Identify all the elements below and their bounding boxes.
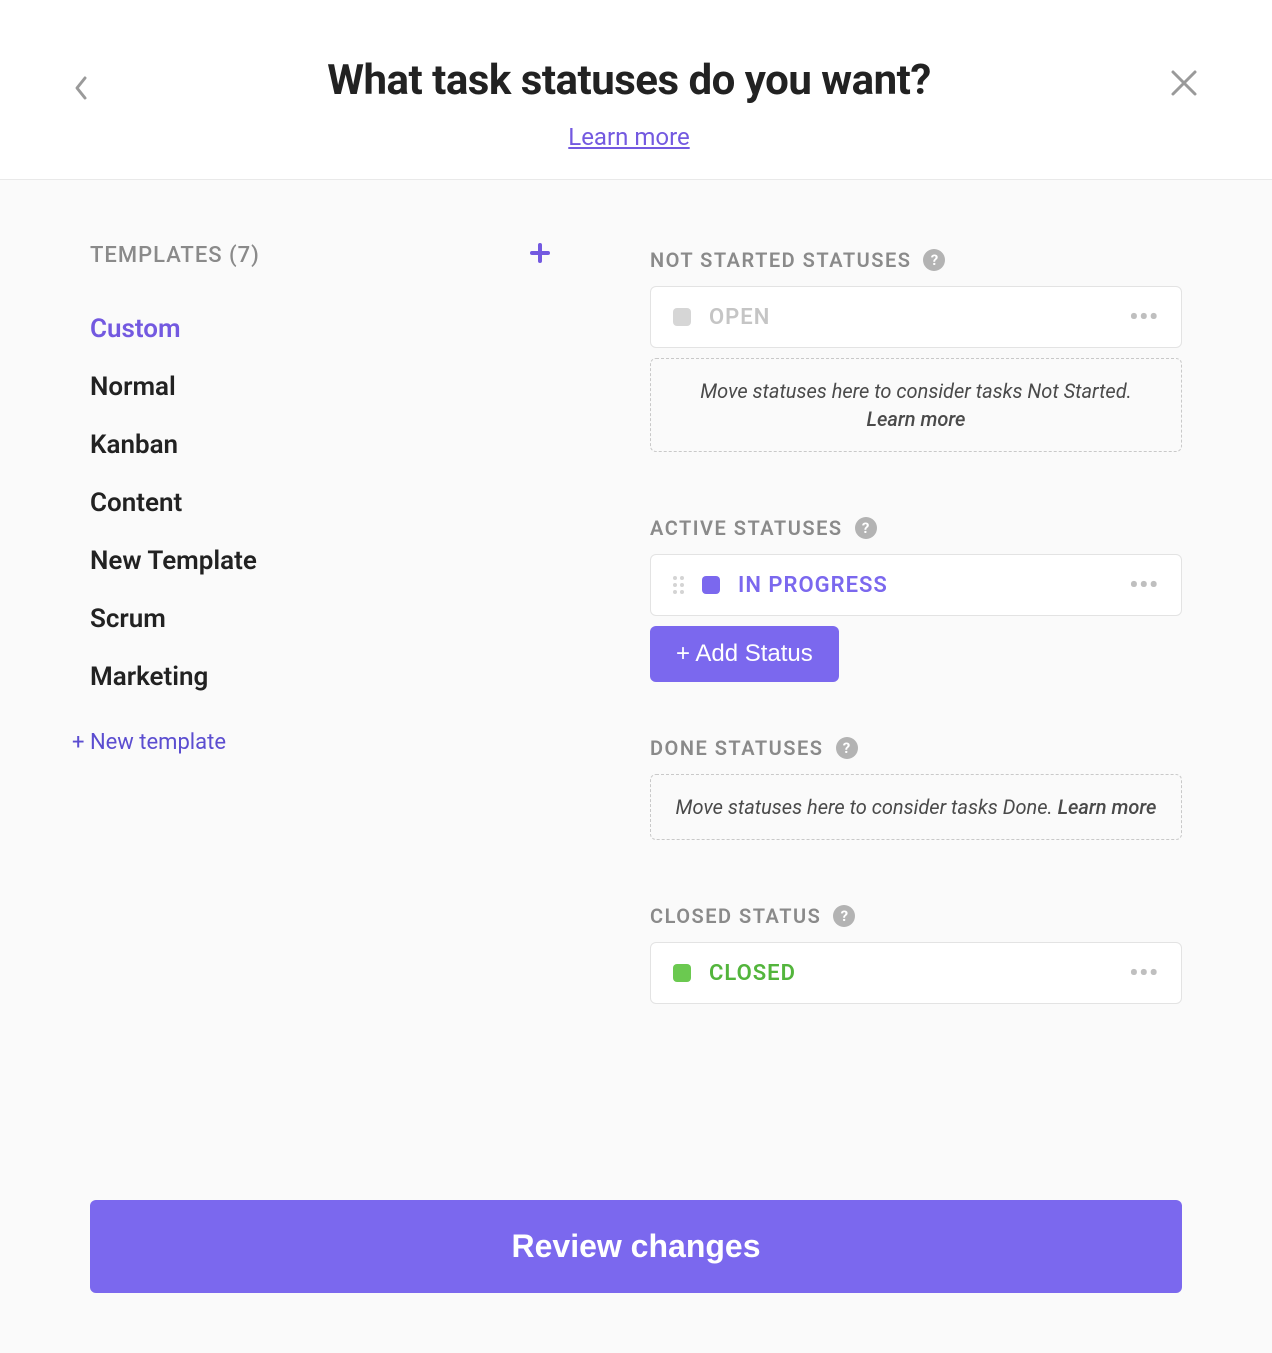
help-icon[interactable]: ? [923, 249, 945, 271]
status-card-closed[interactable]: CLOSED ••• [650, 942, 1182, 1004]
status-color-icon [673, 964, 691, 982]
modal-body: TEMPLATES (7) Custom Normal Kanban Conte… [0, 180, 1272, 1200]
back-arrow-icon[interactable] [72, 56, 90, 109]
help-icon[interactable]: ? [855, 517, 877, 539]
status-color-icon [673, 308, 691, 326]
templates-sidebar: TEMPLATES (7) Custom Normal Kanban Conte… [90, 240, 550, 1160]
status-card-open[interactable]: OPEN ••• [650, 286, 1182, 348]
closed-label: CLOSED STATUS [650, 904, 821, 928]
done-label: DONE STATUSES [650, 736, 824, 760]
status-card-in-progress[interactable]: IN PROGRESS ••• [650, 554, 1182, 616]
active-label: ACTIVE STATUSES [650, 516, 843, 540]
more-icon[interactable]: ••• [1129, 959, 1159, 987]
new-template-link[interactable]: + New template [72, 730, 550, 755]
template-item-marketing[interactable]: Marketing [90, 648, 550, 706]
template-item-custom[interactable]: Custom [90, 300, 550, 358]
add-status-button[interactable]: + Add Status [650, 626, 839, 682]
status-name: OPEN [709, 305, 1111, 330]
help-icon[interactable]: ? [833, 905, 855, 927]
templates-label: TEMPLATES (7) [90, 243, 260, 268]
template-item-new-template[interactable]: New Template [90, 532, 550, 590]
done-dropzone[interactable]: Move statuses here to consider tasks Don… [650, 774, 1182, 840]
status-editor: NOT STARTED STATUSES ? OPEN ••• Move sta… [650, 240, 1182, 1160]
help-icon[interactable]: ? [836, 737, 858, 759]
not-started-label: NOT STARTED STATUSES [650, 248, 911, 272]
modal-footer: Review changes [0, 1200, 1272, 1353]
status-name: IN PROGRESS [738, 573, 1111, 598]
status-color-icon [702, 576, 720, 594]
page-title: What task statuses do you want? [90, 56, 1168, 105]
drag-handle-icon[interactable] [673, 576, 684, 594]
more-icon[interactable]: ••• [1129, 571, 1159, 599]
not-started-dropzone[interactable]: Move statuses here to consider tasks Not… [650, 358, 1182, 452]
status-name: CLOSED [709, 961, 1111, 986]
close-icon[interactable] [1168, 56, 1200, 108]
template-item-kanban[interactable]: Kanban [90, 416, 550, 474]
template-item-scrum[interactable]: Scrum [90, 590, 550, 648]
review-changes-button[interactable]: Review changes [90, 1200, 1182, 1293]
learn-more-link[interactable]: Learn more [568, 123, 689, 151]
learn-more-link[interactable]: Learn more [867, 407, 966, 431]
template-item-normal[interactable]: Normal [90, 358, 550, 416]
drop-hint-text: Move statuses here to consider tasks Don… [676, 795, 1053, 819]
learn-more-link[interactable]: Learn more [1058, 795, 1157, 819]
template-item-content[interactable]: Content [90, 474, 550, 532]
drop-hint-text: Move statuses here to consider tasks Not… [700, 379, 1132, 403]
modal-header: What task statuses do you want? Learn mo… [0, 0, 1272, 180]
more-icon[interactable]: ••• [1129, 303, 1159, 331]
add-template-icon[interactable] [530, 240, 550, 270]
template-list: Custom Normal Kanban Content New Templat… [90, 300, 550, 706]
